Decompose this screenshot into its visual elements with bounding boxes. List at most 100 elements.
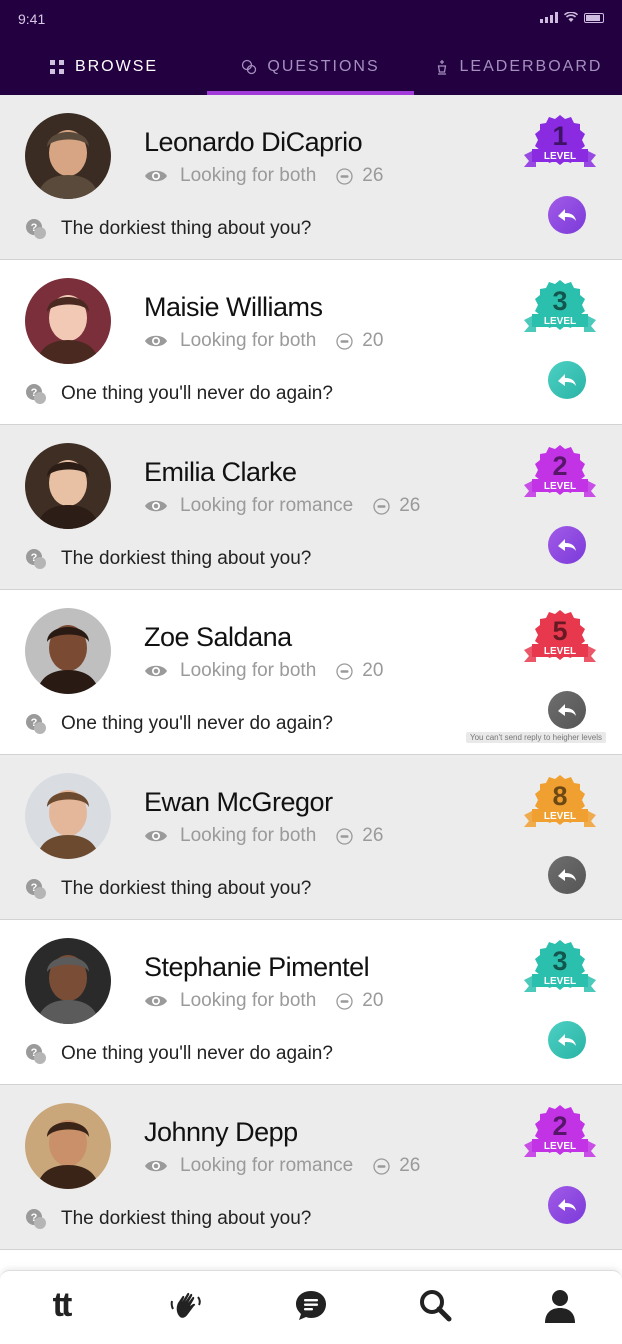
looking-for-text: Looking for both bbox=[180, 330, 317, 351]
question-text: One thing you'll never do again? bbox=[61, 713, 333, 734]
avatar[interactable] bbox=[25, 278, 111, 364]
looking-for-text: Looking for both bbox=[180, 660, 317, 681]
tab-browse[interactable]: BROWSE bbox=[0, 38, 207, 95]
level-number: 8 bbox=[552, 781, 567, 811]
question-row[interactable]: ? One thing you'll never do again? bbox=[25, 1043, 333, 1065]
avatar[interactable] bbox=[25, 1103, 111, 1189]
avatar[interactable] bbox=[25, 113, 111, 199]
question-card[interactable]: Stephanie Pimentel Looking for both 20 ?… bbox=[0, 920, 622, 1085]
profile-meta: Looking for both 20 bbox=[144, 330, 383, 352]
wave-hand-icon bbox=[170, 1292, 201, 1318]
tab-browse-label: BROWSE bbox=[74, 57, 159, 75]
question-text: The dorkiest thing about you? bbox=[61, 1208, 312, 1229]
looking-for-text: Looking for romance bbox=[180, 1155, 354, 1176]
nav-home[interactable]: tt bbox=[41, 1285, 81, 1325]
svg-text:?: ? bbox=[31, 387, 38, 399]
tab-questions-label: QUESTIONS bbox=[267, 57, 380, 75]
question-bubble-icon: ? bbox=[26, 714, 46, 734]
question-row[interactable]: ? The dorkiest thing about you? bbox=[25, 218, 311, 240]
looking-for-text: Looking for both bbox=[180, 825, 317, 846]
chess-king-icon bbox=[437, 59, 446, 75]
eye-icon bbox=[145, 335, 167, 347]
question-bubble-icon: ? bbox=[26, 1044, 46, 1064]
avatar[interactable] bbox=[25, 608, 111, 694]
age-value: 20 bbox=[362, 330, 384, 351]
nav-wave[interactable] bbox=[166, 1285, 206, 1325]
profile-name[interactable]: Stephanie Pimentel bbox=[144, 952, 370, 983]
question-bubble-icon: ? bbox=[26, 1209, 46, 1229]
profile-meta: Looking for both 20 bbox=[144, 990, 383, 1012]
reply-button[interactable] bbox=[548, 361, 586, 399]
profile-icon bbox=[545, 1290, 575, 1323]
question-text: The dorkiest thing about you? bbox=[61, 548, 312, 569]
level-word: LEVEL bbox=[544, 811, 576, 822]
eye-icon bbox=[145, 830, 167, 842]
top-tabs: BROWSE QUESTIONS LEADERBOARD bbox=[0, 38, 622, 95]
level-number: 2 bbox=[552, 451, 567, 481]
profile-meta: Looking for romance 26 bbox=[144, 1155, 420, 1177]
question-row[interactable]: ? The dorkiest thing about you? bbox=[25, 1208, 311, 1230]
tab-leaderboard[interactable]: LEADERBOARD bbox=[414, 38, 622, 95]
age-value: 20 bbox=[362, 990, 384, 1011]
bottom-nav: tt bbox=[0, 1270, 622, 1344]
reply-arrow-icon bbox=[558, 539, 576, 551]
reply-disabled-tooltip: You can't send reply to heigher levels bbox=[466, 732, 606, 743]
age-icon bbox=[336, 332, 353, 350]
age-icon bbox=[373, 497, 390, 515]
question-card[interactable]: Ewan McGregor Looking for both 26 ? The … bbox=[0, 755, 622, 920]
grid-icon bbox=[49, 59, 64, 74]
question-card[interactable]: Leonardo DiCaprio Looking for both 26 ? … bbox=[0, 95, 622, 260]
reply-button[interactable] bbox=[548, 196, 586, 234]
question-card[interactable]: Maisie Williams Looking for both 20 ? On… bbox=[0, 260, 622, 425]
nav-messages[interactable] bbox=[291, 1285, 331, 1325]
profile-name[interactable]: Zoe Saldana bbox=[144, 622, 292, 653]
question-row[interactable]: ? The dorkiest thing about you? bbox=[25, 878, 311, 900]
level-badge: 2 LEVEL bbox=[522, 1103, 598, 1165]
age-value: 20 bbox=[362, 660, 384, 681]
reply-button[interactable] bbox=[548, 691, 586, 729]
age-icon bbox=[373, 1157, 390, 1175]
looking-for-text: Looking for both bbox=[180, 990, 317, 1011]
profile-name[interactable]: Emilia Clarke bbox=[144, 457, 297, 488]
reply-button[interactable] bbox=[548, 1186, 586, 1224]
avatar[interactable] bbox=[25, 443, 111, 529]
svg-text:?: ? bbox=[31, 1047, 38, 1059]
nav-search[interactable] bbox=[415, 1285, 455, 1325]
avatar[interactable] bbox=[25, 938, 111, 1024]
profile-meta: Looking for romance 26 bbox=[144, 495, 420, 517]
level-badge: 3 LEVEL bbox=[522, 938, 598, 1000]
eye-icon bbox=[145, 995, 167, 1007]
question-bubble-icon: ? bbox=[26, 549, 46, 569]
reply-button[interactable] bbox=[548, 856, 586, 894]
question-row[interactable]: ? One thing you'll never do again? bbox=[25, 713, 333, 735]
question-card[interactable]: Johnny Depp Looking for romance 26 ? The… bbox=[0, 1085, 622, 1250]
battery-icon bbox=[584, 12, 604, 23]
profile-name[interactable]: Leonardo DiCaprio bbox=[144, 127, 363, 158]
profile-meta: Looking for both 26 bbox=[144, 825, 383, 847]
question-card[interactable]: Zoe Saldana Looking for both 20 ? One th… bbox=[0, 590, 622, 755]
nav-profile[interactable] bbox=[540, 1285, 580, 1325]
svg-text:?: ? bbox=[31, 882, 38, 894]
tab-questions[interactable]: QUESTIONS bbox=[207, 38, 414, 95]
age-value: 26 bbox=[362, 165, 384, 186]
svg-text:?: ? bbox=[31, 717, 38, 729]
profile-meta: Looking for both 26 bbox=[144, 165, 383, 187]
status-time: 9:41 bbox=[18, 11, 46, 27]
reply-button[interactable] bbox=[548, 526, 586, 564]
eye-icon bbox=[145, 665, 167, 677]
question-card[interactable]: Emilia Clarke Looking for romance 26 ? T… bbox=[0, 425, 622, 590]
wifi-icon bbox=[564, 12, 578, 22]
profile-name[interactable]: Ewan McGregor bbox=[144, 787, 333, 818]
profile-name[interactable]: Johnny Depp bbox=[144, 1117, 298, 1148]
eye-icon bbox=[145, 170, 167, 182]
avatar[interactable] bbox=[25, 773, 111, 859]
level-badge: 8 LEVEL bbox=[522, 773, 598, 835]
profile-name[interactable]: Maisie Williams bbox=[144, 292, 323, 323]
level-number: 2 bbox=[552, 1111, 567, 1141]
messages-icon bbox=[296, 1291, 326, 1320]
question-row[interactable]: ? The dorkiest thing about you? bbox=[25, 548, 311, 570]
question-row[interactable]: ? One thing you'll never do again? bbox=[25, 383, 333, 405]
level-number: 3 bbox=[552, 946, 567, 976]
reply-arrow-icon bbox=[558, 869, 576, 881]
reply-button[interactable] bbox=[548, 1021, 586, 1059]
